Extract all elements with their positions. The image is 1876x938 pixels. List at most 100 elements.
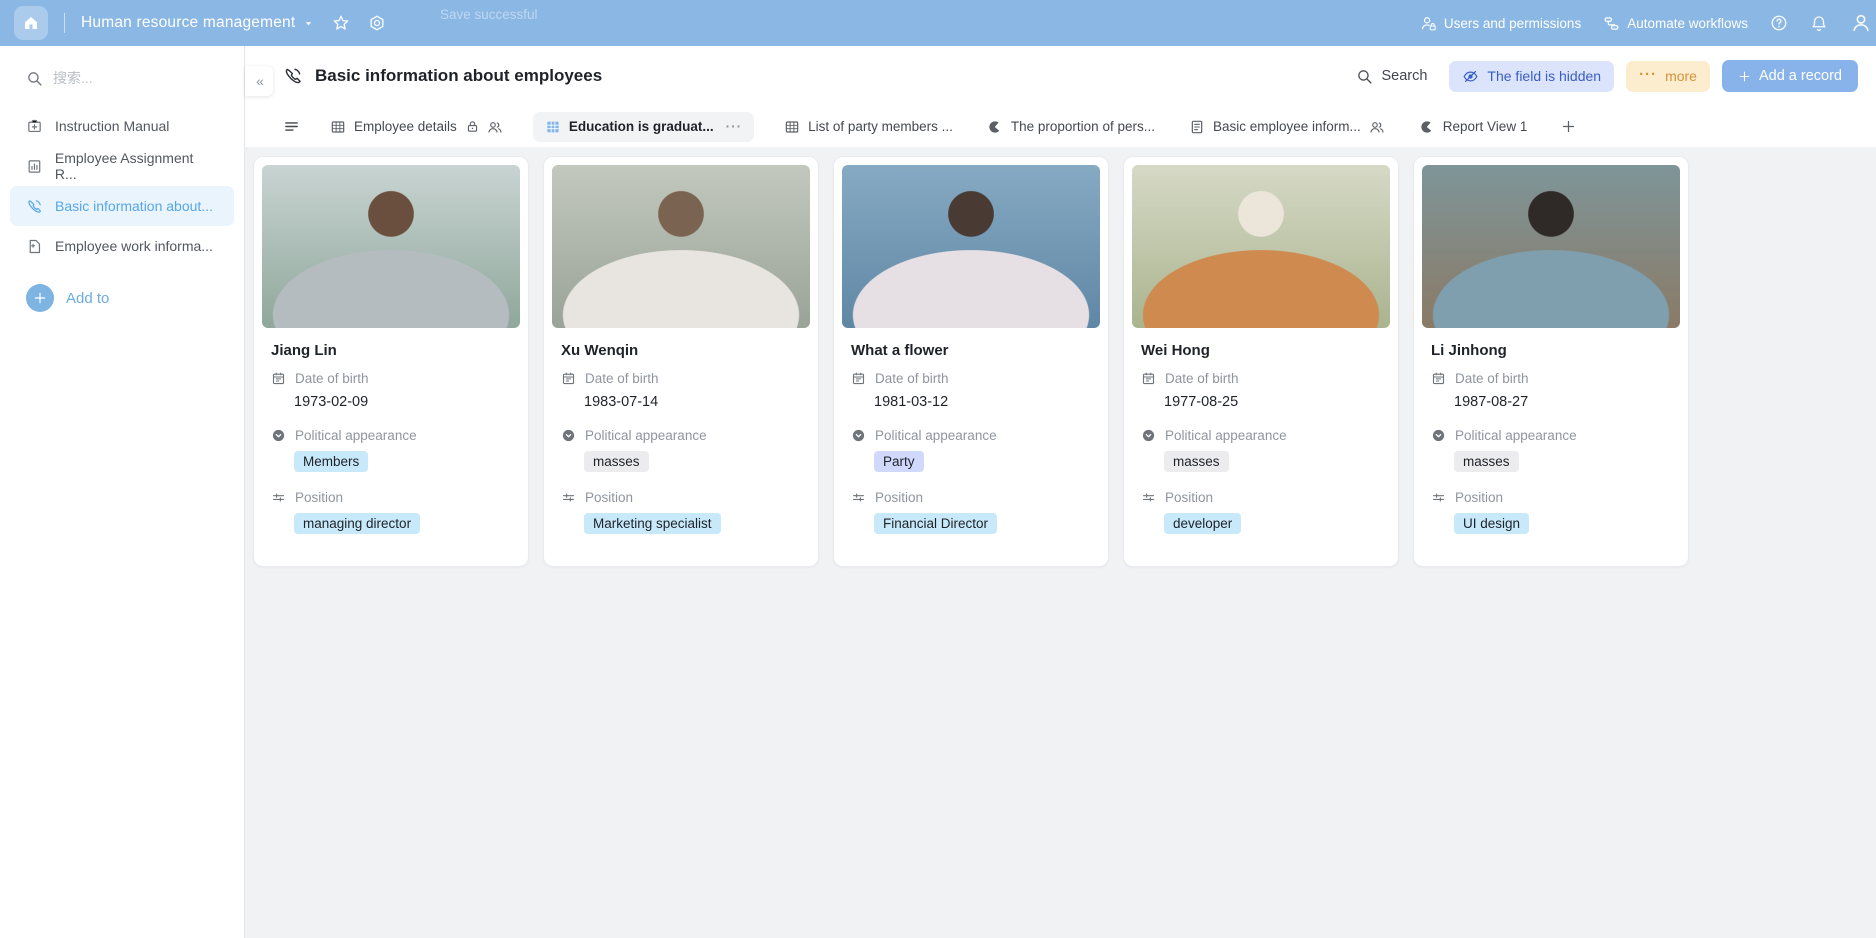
political-badge: Party xyxy=(874,451,924,472)
app-title: Human resource management xyxy=(81,14,295,32)
tab-employee-details[interactable]: Employee details xyxy=(326,112,507,142)
employee-card[interactable]: Jiang Lin Date of birth 1973-02-09 Polit… xyxy=(253,156,529,567)
tab-report-view-1[interactable]: Report View 1 xyxy=(1415,112,1532,142)
topbar: Human resource management Save successfu… xyxy=(0,0,1876,46)
eye-off-icon xyxy=(1462,68,1479,85)
position-badge: Financial Director xyxy=(874,513,997,534)
favorite-star-button[interactable] xyxy=(332,14,350,32)
field-label-row: Date of birth xyxy=(561,371,802,386)
field-label-row: Political appearance xyxy=(851,428,1092,443)
more-button[interactable]: ··· more xyxy=(1626,61,1710,92)
sidebar-item-basic-information[interactable]: Basic information about... xyxy=(10,186,234,226)
employee-name: Wei Hong xyxy=(1141,342,1382,359)
tab-education-is-graduate[interactable]: Education is graduat... ··· xyxy=(533,112,754,142)
lock-icon xyxy=(465,119,480,134)
political-badge: masses xyxy=(1164,451,1229,472)
employee-name: Jiang Lin xyxy=(271,342,512,359)
political-badge: masses xyxy=(584,451,649,472)
chart-file-icon xyxy=(26,158,43,175)
pie-chart-icon xyxy=(987,119,1003,135)
field-label: Political appearance xyxy=(1455,428,1577,443)
ellipsis-icon: ··· xyxy=(1639,66,1657,83)
field-political-appearance: Political appearance masses xyxy=(1141,428,1382,472)
field-label-row: Political appearance xyxy=(1431,428,1672,443)
field-label-row: Position xyxy=(561,490,802,505)
doc-view-icon xyxy=(1189,119,1205,135)
sidebar-item-label: Employee work informa... xyxy=(55,238,213,254)
position-badge: managing director xyxy=(294,513,420,534)
field-label: Date of birth xyxy=(585,371,659,386)
sidebar-item-instruction-manual[interactable]: Instruction Manual xyxy=(10,106,234,146)
search-icon xyxy=(26,70,43,87)
field-political-appearance: Political appearance Members xyxy=(271,428,512,472)
calendar-icon xyxy=(851,371,866,386)
field-label-row: Political appearance xyxy=(561,428,802,443)
single-select-icon xyxy=(851,428,866,443)
help-button[interactable] xyxy=(1770,14,1788,32)
add-record-label: Add a record xyxy=(1759,68,1842,84)
tab-proportion-of-persons[interactable]: The proportion of pers... xyxy=(983,112,1159,142)
sidebar-item-employee-assignment[interactable]: Employee Assignment R... xyxy=(10,146,234,186)
settings-button[interactable] xyxy=(368,14,386,32)
more-label: more xyxy=(1665,68,1697,84)
notifications-button[interactable] xyxy=(1810,14,1828,32)
position-badge: Marketing specialist xyxy=(584,513,721,534)
hamburger-icon xyxy=(283,118,300,135)
add-to-button[interactable]: Add to xyxy=(26,284,234,312)
dob-value: 1973-02-09 xyxy=(294,394,512,410)
grid-view-icon xyxy=(330,119,346,135)
account-avatar[interactable] xyxy=(1850,12,1872,34)
tab-menu-button[interactable]: ··· xyxy=(726,119,743,134)
employee-name: Li Jinhong xyxy=(1431,342,1672,359)
sidebar-item-employee-work-info[interactable]: Employee work informa... xyxy=(10,226,234,266)
automate-workflows-button[interactable]: Automate workflows xyxy=(1603,15,1748,32)
field-date-of-birth: Date of birth 1977-08-25 xyxy=(1141,371,1382,410)
field-date-of-birth: Date of birth 1973-02-09 xyxy=(271,371,512,410)
calendar-icon xyxy=(1431,371,1446,386)
search-button[interactable]: Search xyxy=(1356,68,1427,85)
tab-list-of-party-members[interactable]: List of party members ... xyxy=(780,112,957,142)
users-permissions-label: Users and permissions xyxy=(1444,16,1581,31)
add-to-label: Add to xyxy=(66,290,109,307)
home-button[interactable] xyxy=(14,6,48,40)
employee-card[interactable]: What a flower Date of birth 1981-03-12 P… xyxy=(833,156,1109,567)
field-position: Position managing director xyxy=(271,490,512,534)
field-label: Position xyxy=(1165,490,1213,505)
political-value: Members xyxy=(294,451,512,472)
field-label: Political appearance xyxy=(295,428,417,443)
employee-card[interactable]: Xu Wenqin Date of birth 1983-07-14 Polit… xyxy=(543,156,819,567)
field-label-row: Position xyxy=(271,490,512,505)
workflow-icon xyxy=(1603,15,1620,32)
main-area: Basic information about employees Search… xyxy=(245,46,1876,938)
field-position: Position developer xyxy=(1141,490,1382,534)
dob-value: 1987-08-27 xyxy=(1454,394,1672,410)
tab-label: Education is graduat... xyxy=(569,119,714,134)
add-view-button[interactable] xyxy=(1561,119,1576,134)
add-record-button[interactable]: Add a record xyxy=(1722,60,1858,92)
field-date-of-birth: Date of birth 1987-08-27 xyxy=(1431,371,1672,410)
header-actions: Search The field is hidden ··· more Add … xyxy=(1356,60,1858,92)
save-toast: Save successful xyxy=(440,6,550,23)
sidebar-search-input[interactable]: 搜索... xyxy=(26,68,226,88)
sidebar-collapse-button[interactable]: « xyxy=(245,66,273,96)
field-label: Position xyxy=(295,490,343,505)
employee-card[interactable]: Li Jinhong Date of birth 1987-08-27 Poli… xyxy=(1413,156,1689,567)
field-label: Political appearance xyxy=(585,428,707,443)
single-select-icon xyxy=(1141,428,1156,443)
employee-name: What a flower xyxy=(851,342,1092,359)
tab-basic-employee-information[interactable]: Basic employee inform... xyxy=(1185,112,1389,142)
card-view-content: Jiang Lin Date of birth 1973-02-09 Polit… xyxy=(245,147,1876,938)
users-permissions-button[interactable]: Users and permissions xyxy=(1420,15,1581,32)
avatar-icon xyxy=(1850,12,1872,34)
search-label: Search xyxy=(1381,68,1427,84)
view-list-button[interactable] xyxy=(283,118,300,135)
employee-card[interactable]: Wei Hong Date of birth 1977-08-25 Politi… xyxy=(1123,156,1399,567)
position-value: UI design xyxy=(1454,513,1672,534)
options-icon xyxy=(1141,490,1156,505)
field-label-row: Position xyxy=(851,490,1092,505)
employee-photo xyxy=(1132,165,1390,328)
field-label-row: Position xyxy=(1141,490,1382,505)
field-hidden-button[interactable]: The field is hidden xyxy=(1449,61,1614,92)
position-badge: developer xyxy=(1164,513,1241,534)
app-title-menu[interactable]: Human resource management xyxy=(81,14,314,32)
